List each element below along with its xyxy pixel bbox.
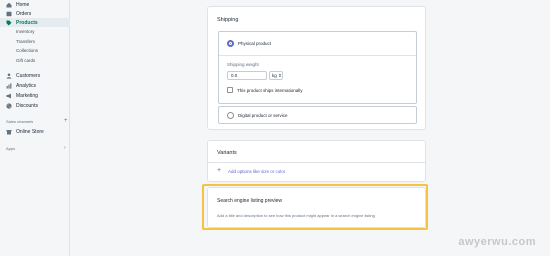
sidebar-item-label: Customers bbox=[16, 72, 41, 79]
sidebar-item-label: Discounts bbox=[16, 102, 38, 109]
sidebar-item-marketing[interactable]: Marketing bbox=[0, 91, 70, 100]
physical-product-label: Physical product bbox=[238, 41, 272, 46]
physical-product-radio[interactable] bbox=[227, 40, 234, 47]
digital-product-radio[interactable] bbox=[227, 112, 234, 119]
megaphone-icon bbox=[6, 93, 12, 99]
sidebar-item-online-store[interactable]: Online Store bbox=[0, 127, 70, 136]
sidebar-item-label: Online Store bbox=[16, 128, 44, 135]
sidebar-item-label: Marketing bbox=[16, 92, 38, 99]
sidebar-item-label: Orders bbox=[16, 10, 32, 17]
sidebar-item-products[interactable]: Products bbox=[0, 18, 70, 27]
sidebar-subitem-transfers[interactable]: Transfers bbox=[16, 39, 35, 44]
watermark-logo: awyerwu.com bbox=[458, 236, 536, 248]
orders-icon bbox=[6, 11, 12, 17]
shipping-card: Shipping Physical product Shipping weigh… bbox=[207, 6, 426, 130]
discount-icon bbox=[6, 102, 12, 109]
ships-internationally-label: This product ships internationally bbox=[237, 88, 303, 93]
home-icon bbox=[6, 2, 12, 8]
sidebar-subitem-collections[interactable]: Collections bbox=[16, 48, 38, 53]
sidebar-item-customers[interactable]: Customers bbox=[0, 71, 70, 80]
sidebar-item-label: Products bbox=[16, 19, 38, 26]
divider bbox=[208, 162, 425, 163]
add-sales-channel-icon[interactable]: + bbox=[64, 118, 68, 124]
bar-chart-icon bbox=[6, 82, 12, 89]
physical-product-panel: Physical product Shipping weight 0.0 kg … bbox=[218, 31, 417, 104]
weight-unit-select[interactable]: kg ⇕ bbox=[269, 71, 283, 80]
sidebar-item-discounts[interactable]: Discounts bbox=[0, 101, 70, 110]
shipping-weight-label: Shipping weight bbox=[227, 62, 259, 67]
sales-channels-heading: Sales channels bbox=[6, 119, 34, 124]
sidebar-item-label: Home bbox=[16, 1, 30, 8]
plus-icon[interactable]: + bbox=[217, 167, 221, 174]
variants-title: Variants bbox=[217, 150, 237, 156]
store-icon bbox=[6, 129, 12, 135]
person-icon bbox=[6, 73, 12, 79]
digital-product-label: Digital product or service bbox=[238, 113, 288, 118]
divider bbox=[219, 55, 416, 56]
tag-icon bbox=[6, 20, 12, 26]
sidebar-subitem-inventory[interactable]: Inventory bbox=[16, 29, 35, 34]
sidebar-item-analytics[interactable]: Analytics bbox=[0, 81, 70, 90]
sidebar-subitem-gift-cards[interactable]: Gift cards bbox=[16, 58, 35, 63]
sidebar-item-label: Analytics bbox=[16, 82, 37, 89]
shipping-weight-input[interactable]: 0.0 bbox=[227, 71, 267, 80]
shipping-title: Shipping bbox=[217, 17, 239, 23]
digital-product-panel: Digital product or service bbox=[218, 106, 417, 124]
apps-heading: Apps bbox=[6, 146, 16, 151]
apps-chevron-icon[interactable]: › bbox=[64, 145, 66, 151]
ships-internationally-checkbox[interactable] bbox=[227, 87, 233, 93]
add-options-link[interactable]: Add options like size or color bbox=[228, 169, 285, 174]
variants-card: Variants + Add options like size or colo… bbox=[207, 140, 426, 182]
sidebar: Home Orders Products Inventory Transfers… bbox=[0, 0, 70, 256]
sidebar-item-orders[interactable]: Orders bbox=[0, 9, 70, 18]
highlight-frame bbox=[202, 184, 428, 230]
sidebar-item-home[interactable]: Home bbox=[0, 0, 70, 9]
